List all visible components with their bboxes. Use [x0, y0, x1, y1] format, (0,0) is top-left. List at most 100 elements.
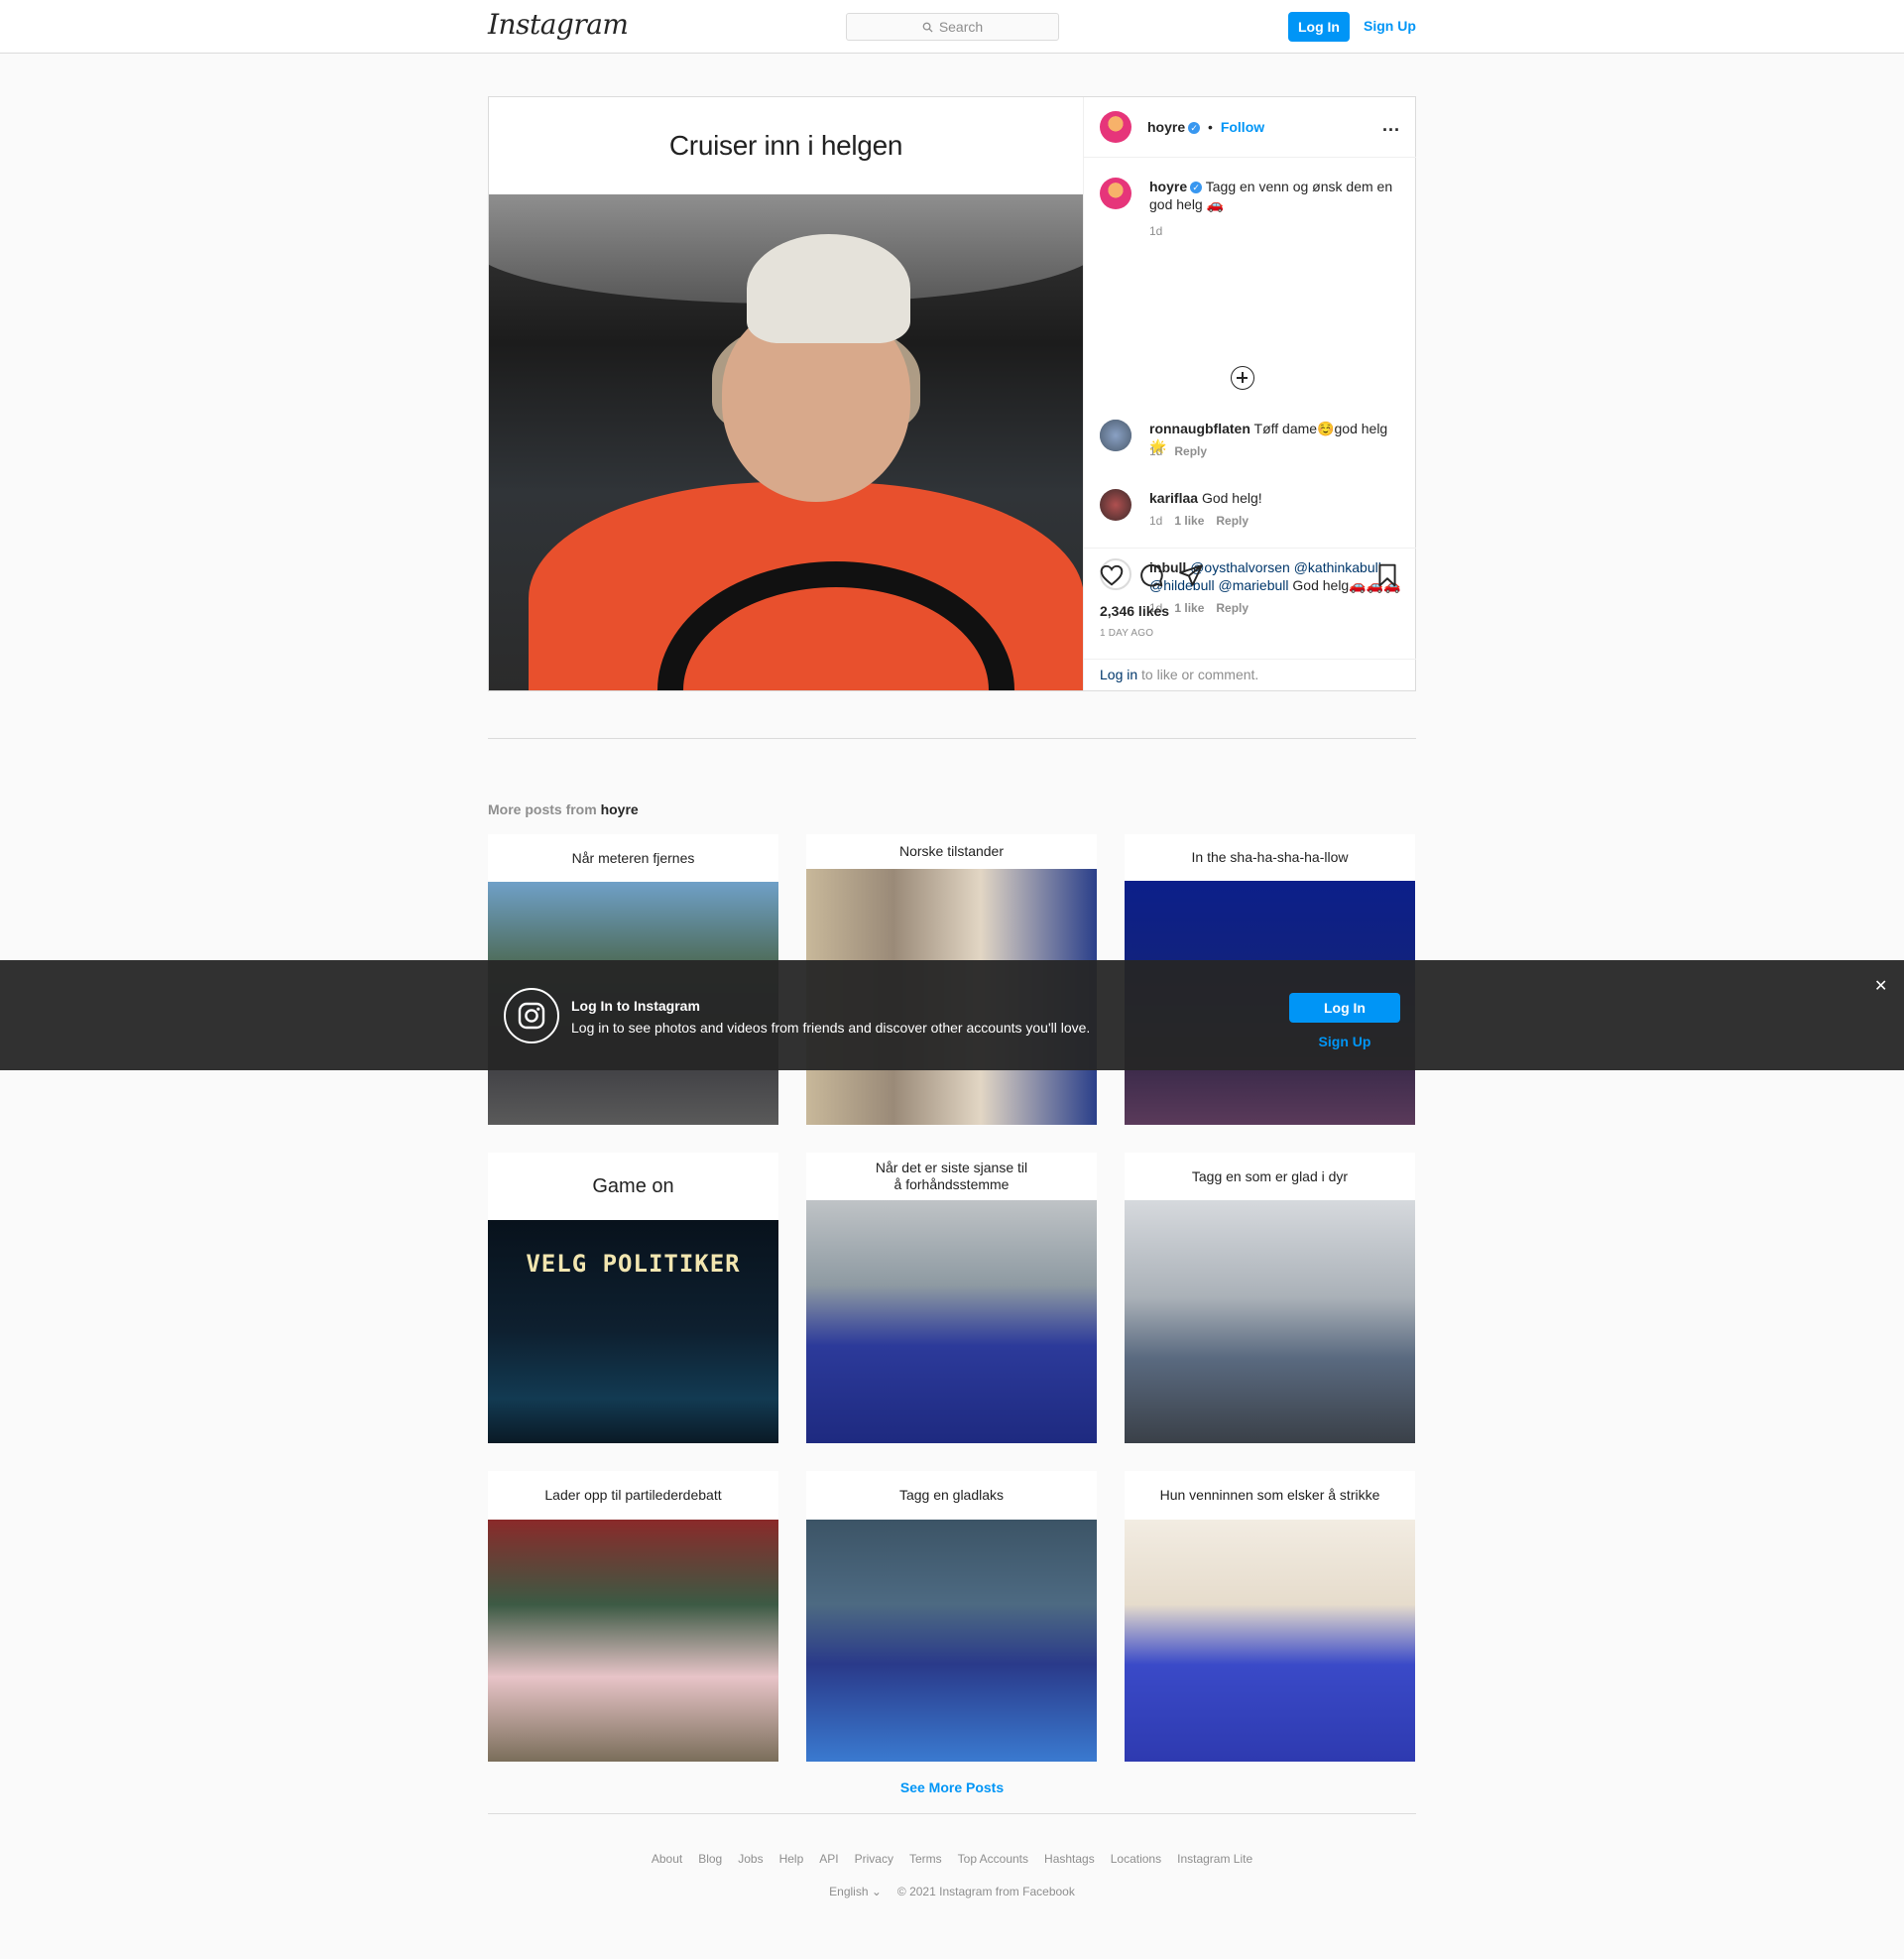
post-photo — [489, 194, 1083, 690]
more-posts-label: More posts from — [488, 801, 601, 817]
login-banner: Log In to Instagram Log in to see photos… — [0, 960, 1904, 1070]
footer-link[interactable]: Terms — [909, 1852, 942, 1866]
banner-title: Log In to Instagram — [571, 998, 700, 1014]
thumbnail-caption: Norske tilstander — [898, 843, 1005, 859]
caption: hoyre ✓ Tagg en venn og ønsk dem en god h… — [1100, 178, 1407, 247]
login-button[interactable]: Log In — [1288, 12, 1350, 42]
comment-username[interactable]: ronnaugbflaten — [1149, 421, 1250, 436]
footer-link[interactable]: Top Accounts — [958, 1852, 1028, 1866]
post-thumbnail[interactable]: Når det er siste sjanse til å forhåndsst… — [806, 1153, 1097, 1443]
footer-link[interactable]: Locations — [1111, 1852, 1161, 1866]
login-link[interactable]: Log in — [1100, 667, 1137, 682]
banner-text: Log in to see photos and videos from fri… — [571, 1020, 1091, 1036]
verified-badge-icon: ✓ — [1190, 182, 1203, 194]
thumbnail-image — [806, 1200, 1097, 1443]
footer-link[interactable]: Jobs — [738, 1852, 763, 1866]
avatar[interactable] — [1100, 489, 1131, 521]
heart-icon[interactable] — [1099, 562, 1125, 588]
language-select[interactable]: English ⌄ — [829, 1885, 882, 1898]
banner-signup-link[interactable]: Sign Up — [1289, 1034, 1400, 1049]
avatar[interactable] — [1100, 111, 1131, 143]
section-divider — [488, 738, 1416, 739]
post-actions: 2,346 likes 1 DAY AGO Log in to like or … — [1084, 548, 1416, 690]
banner-login-button[interactable]: Log In — [1289, 993, 1400, 1023]
footer-link[interactable]: Instagram Lite — [1177, 1852, 1252, 1866]
load-more-comments-icon[interactable] — [1231, 366, 1254, 390]
thumbnail-caption: Tagg en som er glad i dyr — [1191, 1167, 1349, 1184]
thumbnail-caption: Game on — [592, 1174, 674, 1197]
comment-likes[interactable]: 1 like — [1174, 514, 1204, 528]
more-options-icon[interactable]: ... — [1382, 115, 1400, 136]
post-thumbnail[interactable]: Lader opp til partilederdebatt — [488, 1471, 778, 1762]
thumbnail-image — [1125, 1200, 1415, 1443]
comments-list: hoyre ✓ Tagg en venn og ønsk dem en god h… — [1084, 158, 1416, 615]
post-image-caption: Cruiser inn i helgen — [668, 130, 903, 161]
login-to-comment: Log in to like or comment. — [1084, 659, 1416, 690]
signup-link[interactable]: Sign Up — [1364, 18, 1416, 34]
post-thumbnail[interactable]: Tagg en som er glad i dyr — [1125, 1153, 1415, 1443]
avatar[interactable] — [1100, 420, 1131, 451]
comment-username[interactable]: kariflaa — [1149, 490, 1198, 506]
footer-bottom: English ⌄ © 2021 Instagram from Facebook — [0, 1885, 1904, 1898]
game-title-text: VELG POLITIKER — [526, 1250, 741, 1278]
thumbnail-image: VELG POLITIKER — [488, 1220, 778, 1443]
thumbnail-caption: Hun venninnen som elsker å strikke — [1159, 1487, 1380, 1503]
thumbnail-caption: Når det er siste sjanse til å forhåndsst… — [806, 1153, 1097, 1200]
post-header: hoyre ✓ • Follow ... — [1084, 97, 1416, 158]
caption-username[interactable]: hoyre — [1149, 179, 1187, 194]
comment-time: 1d — [1149, 444, 1163, 458]
chevron-down-icon: ⌄ — [871, 1885, 882, 1898]
instagram-logo[interactable]: Instagram — [488, 8, 629, 41]
search-placeholder: Search — [938, 19, 984, 35]
close-icon[interactable]: ✕ — [1874, 976, 1887, 996]
comment-item: kariflaa God helg! 1d 1 like Reply — [1100, 489, 1407, 539]
comment-time: 1d — [1149, 514, 1163, 528]
footer-link[interactable]: Help — [779, 1852, 804, 1866]
post-thumbnail[interactable]: Tagg en gladlaks — [806, 1471, 1097, 1762]
thumbnail-caption: Lader opp til partilederdebatt — [544, 1487, 722, 1503]
likes-count[interactable]: 2,346 likes — [1100, 603, 1169, 619]
reply-button[interactable]: Reply — [1174, 444, 1207, 458]
footer-link[interactable]: Blog — [698, 1852, 722, 1866]
footer-link[interactable]: Privacy — [855, 1852, 893, 1866]
footer-links: About Blog Jobs Help API Privacy Terms T… — [0, 1852, 1904, 1866]
share-icon[interactable] — [1178, 562, 1204, 588]
post-media[interactable]: Cruiser inn i helgen — [489, 97, 1083, 690]
thumbnail-caption: Tagg en gladlaks — [898, 1487, 1005, 1503]
search-input[interactable]: Search — [846, 13, 1059, 41]
reply-button[interactable]: Reply — [1216, 514, 1249, 528]
more-posts-heading: More posts from hoyre — [488, 801, 639, 817]
post-timestamp: 1 DAY AGO — [1100, 628, 1154, 639]
see-more-posts-button[interactable]: See More Posts — [0, 1779, 1904, 1795]
thumbnail-caption: In the sha-ha-sha-ha-llow — [1191, 849, 1349, 865]
footer-link[interactable]: API — [819, 1852, 838, 1866]
post-thumbnail[interactable]: Game on VELG POLITIKER — [488, 1153, 778, 1443]
search-icon — [922, 22, 933, 33]
footer-link[interactable]: About — [652, 1852, 682, 1866]
comment-text: God helg! — [1201, 490, 1262, 506]
thumbnail-caption: Når meteren fjernes — [571, 849, 695, 866]
caption-time: 1d — [1149, 224, 1163, 238]
post-sidebar: hoyre ✓ • Follow ... hoyre ✓ Tagg en venn … — [1083, 97, 1416, 690]
thumbnail-image — [806, 1520, 1097, 1762]
verified-badge-icon: ✓ — [1188, 122, 1201, 135]
post-thumbnail[interactable]: Hun venninnen som elsker å strikke — [1125, 1471, 1415, 1762]
copyright: © 2021 Instagram from Facebook — [896, 1885, 1075, 1898]
language-label: English — [829, 1885, 869, 1898]
post-author-username[interactable]: hoyre — [1147, 119, 1185, 135]
footer-divider — [488, 1813, 1416, 1814]
thumbnail-image — [488, 1520, 778, 1762]
avatar[interactable] — [1100, 178, 1131, 209]
top-navigation: Instagram Search Log In Sign Up — [0, 0, 1904, 54]
thumbnail-image — [1125, 1520, 1415, 1762]
login-to-comment-text: to like or comment. — [1137, 667, 1259, 682]
instagram-logo-icon — [504, 988, 559, 1043]
comment-icon[interactable] — [1138, 562, 1164, 588]
thumbnail-caption-text: Når det er siste sjanse til å forhåndsst… — [875, 1160, 1028, 1192]
post-card: Cruiser inn i helgen hoyre ✓ • Follow ... — [488, 96, 1416, 691]
more-posts-username[interactable]: hoyre — [601, 801, 639, 817]
comment-item: ronnaugbflaten Tøff dame☺️god helg🌟 1d Re… — [1100, 420, 1407, 469]
footer-link[interactable]: Hashtags — [1044, 1852, 1095, 1866]
follow-button[interactable]: Follow — [1221, 119, 1264, 135]
bookmark-icon[interactable] — [1374, 562, 1400, 588]
